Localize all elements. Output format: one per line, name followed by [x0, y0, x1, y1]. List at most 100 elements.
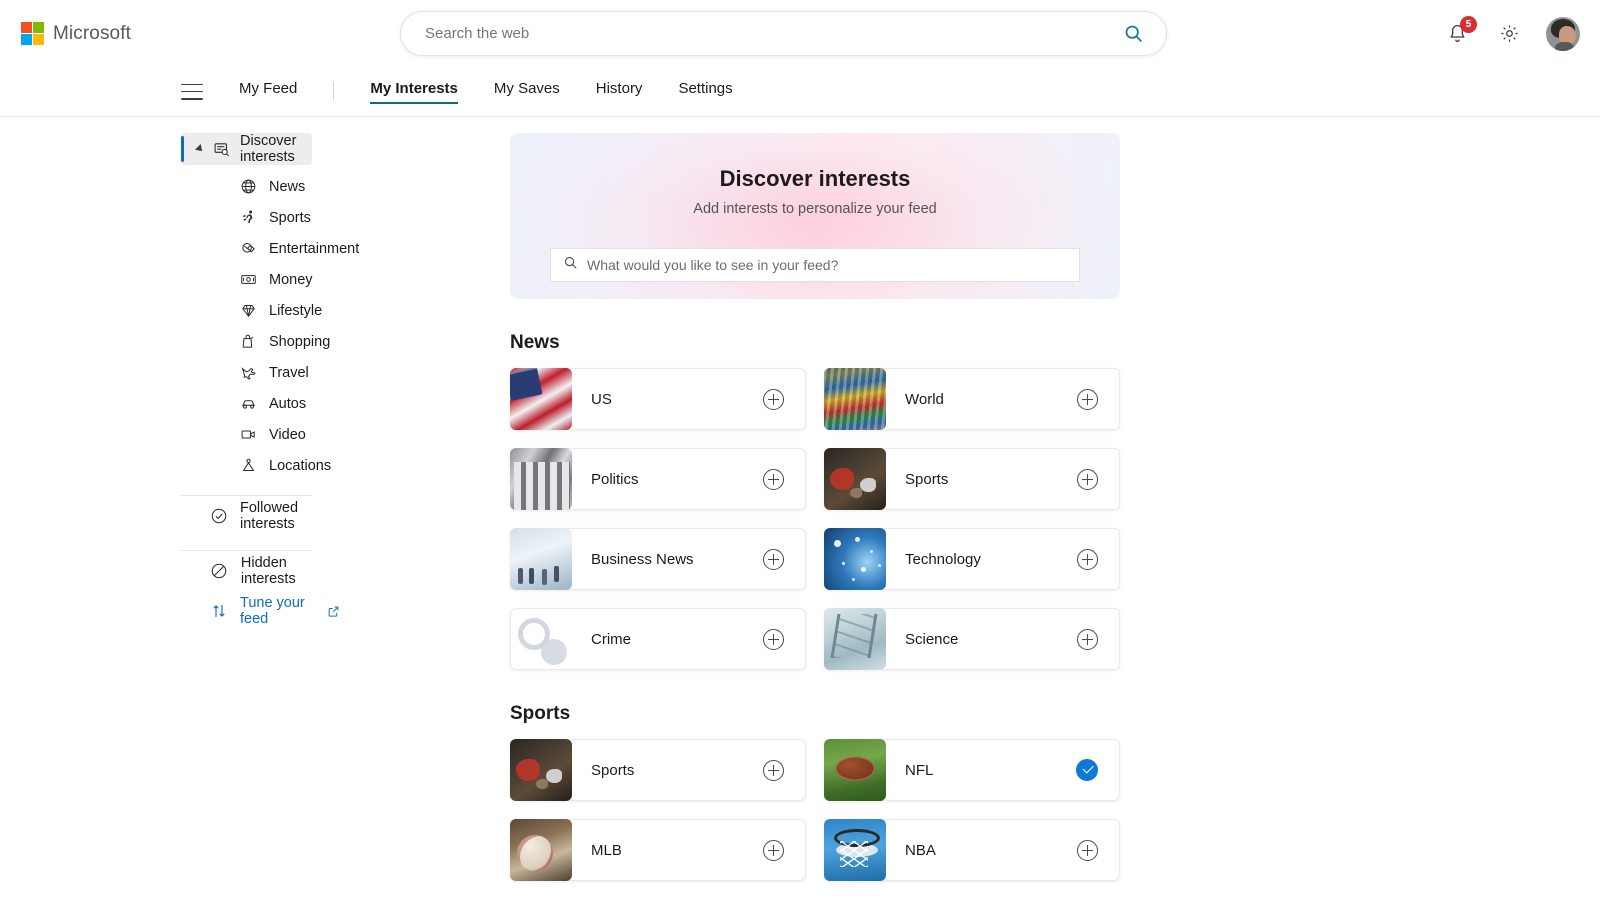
- page-body: Discover interests News: [0, 117, 1600, 900]
- add-interest-button[interactable]: [763, 549, 784, 570]
- location-pin-icon: [238, 457, 258, 474]
- sidebar-item-video[interactable]: Video: [0, 419, 340, 450]
- interest-label: US: [591, 391, 763, 408]
- add-interest-button[interactable]: [763, 760, 784, 781]
- microsoft-logo[interactable]: Microsoft: [21, 22, 131, 45]
- hamburger-icon[interactable]: [181, 84, 203, 100]
- sidebar-discover-label: Discover interests: [240, 133, 312, 165]
- sidebar-label: Shopping: [269, 334, 330, 350]
- interest-card-business-news[interactable]: Business News: [510, 528, 806, 590]
- interest-label: World: [905, 391, 1077, 408]
- thumbnail-image: [510, 368, 572, 430]
- sidebar-item-locations[interactable]: Locations: [0, 450, 340, 481]
- sidebar: Discover interests News: [0, 117, 340, 900]
- add-interest-button[interactable]: [1077, 629, 1098, 650]
- sidebar-item-hidden-interests[interactable]: Hidden interests: [0, 551, 340, 591]
- thumbnail-image: [824, 448, 886, 510]
- sort-arrows-icon: [210, 602, 228, 620]
- sidebar-item-lifestyle[interactable]: Lifestyle: [0, 295, 340, 326]
- interest-card-politics[interactable]: Politics: [510, 448, 806, 510]
- sidebar-label: Tune your feed: [240, 595, 320, 627]
- thumbnail-image: [510, 528, 572, 590]
- interest-card-science[interactable]: Science: [824, 608, 1120, 670]
- chevron-down-icon: [195, 144, 205, 154]
- add-interest-button[interactable]: [763, 629, 784, 650]
- section-title-sports: Sports: [510, 703, 1120, 725]
- interest-card-us[interactable]: US: [510, 368, 806, 430]
- add-interest-button[interactable]: [1077, 840, 1098, 861]
- sidebar-label: Hidden interests: [241, 555, 340, 587]
- sidebar-item-autos[interactable]: Autos: [0, 388, 340, 419]
- external-link-icon: [327, 605, 340, 618]
- add-interest-button[interactable]: [763, 469, 784, 490]
- interest-label: Sports: [905, 471, 1077, 488]
- gear-icon[interactable]: [1494, 19, 1524, 49]
- thumbnail-image: [824, 739, 886, 801]
- news-card-grid: US World Politics Sports: [510, 368, 1120, 670]
- tab-my-saves[interactable]: My Saves: [494, 80, 560, 103]
- discover-interests-icon: [213, 141, 230, 158]
- search-box[interactable]: [400, 11, 1167, 56]
- sidebar-label: Locations: [269, 458, 331, 474]
- add-interest-button[interactable]: [1077, 469, 1098, 490]
- car-icon: [238, 395, 258, 412]
- thumbnail-image: [510, 819, 572, 881]
- interest-card-mlb[interactable]: MLB: [510, 819, 806, 881]
- interest-label: NBA: [905, 842, 1077, 859]
- add-interest-button[interactable]: [1077, 389, 1098, 410]
- add-interest-button[interactable]: [1077, 549, 1098, 570]
- main-navigation: My Feed My Interests My Saves History Se…: [0, 67, 1600, 117]
- sidebar-item-money[interactable]: Money: [0, 264, 340, 295]
- check-circle-icon: [210, 507, 228, 525]
- sidebar-item-shopping[interactable]: Shopping: [0, 326, 340, 357]
- interest-search-input[interactable]: [587, 257, 1067, 273]
- tab-settings[interactable]: Settings: [678, 80, 732, 103]
- microsoft-wordmark: Microsoft: [53, 23, 131, 45]
- notification-badge: 5: [1460, 16, 1477, 33]
- notifications-button[interactable]: 5: [1442, 19, 1472, 49]
- search-icon[interactable]: [1118, 19, 1148, 49]
- search-input[interactable]: [425, 25, 1118, 42]
- avatar[interactable]: [1546, 17, 1580, 51]
- page-title: Discover interests: [720, 166, 911, 192]
- sidebar-item-followed-interests[interactable]: Followed interests: [0, 496, 340, 536]
- money-icon: [238, 271, 258, 288]
- web-search: [400, 11, 1167, 56]
- sidebar-label: Autos: [269, 396, 306, 412]
- sidebar-label: Money: [269, 272, 313, 288]
- runner-icon: [238, 209, 258, 226]
- interest-card-nba[interactable]: NBA: [824, 819, 1120, 881]
- sidebar-item-entertainment[interactable]: Entertainment: [0, 233, 340, 264]
- interest-card-technology[interactable]: Technology: [824, 528, 1120, 590]
- followed-interest-button[interactable]: [1076, 759, 1098, 781]
- section-title-news: News: [510, 332, 1120, 354]
- interest-card-world[interactable]: World: [824, 368, 1120, 430]
- diamond-icon: [238, 302, 258, 319]
- thumbnail-image: [510, 608, 572, 670]
- tab-my-interests[interactable]: My Interests: [370, 80, 458, 103]
- tab-my-feed[interactable]: My Feed: [239, 80, 297, 103]
- interest-card-sports-2[interactable]: Sports: [510, 739, 806, 801]
- sidebar-item-tune-your-feed[interactable]: Tune your feed: [0, 591, 340, 631]
- page-subtitle: Add interests to personalize your feed: [693, 201, 936, 217]
- sidebar-item-sports[interactable]: Sports: [0, 202, 340, 233]
- main-content: Discover interests Add interests to pers…: [340, 117, 1600, 900]
- sidebar-item-discover-interests[interactable]: Discover interests: [181, 133, 312, 165]
- header-actions: 5: [1442, 0, 1580, 67]
- interest-card-nfl[interactable]: NFL: [824, 739, 1120, 801]
- add-interest-button[interactable]: [763, 389, 784, 410]
- thumbnail-image: [510, 739, 572, 801]
- interest-card-crime[interactable]: Crime: [510, 608, 806, 670]
- video-camera-icon: [238, 426, 258, 443]
- sidebar-label: Sports: [269, 210, 311, 226]
- add-interest-button[interactable]: [763, 840, 784, 861]
- interest-card-sports[interactable]: Sports: [824, 448, 1120, 510]
- sidebar-item-travel[interactable]: Travel: [0, 357, 340, 388]
- sidebar-item-news[interactable]: News: [0, 171, 340, 202]
- interest-label: Business News: [591, 551, 763, 568]
- interest-search-box[interactable]: [550, 248, 1080, 282]
- interest-label: Science: [905, 631, 1077, 648]
- nav-separator: [333, 82, 334, 101]
- tab-history[interactable]: History: [596, 80, 643, 103]
- block-circle-icon: [210, 562, 229, 580]
